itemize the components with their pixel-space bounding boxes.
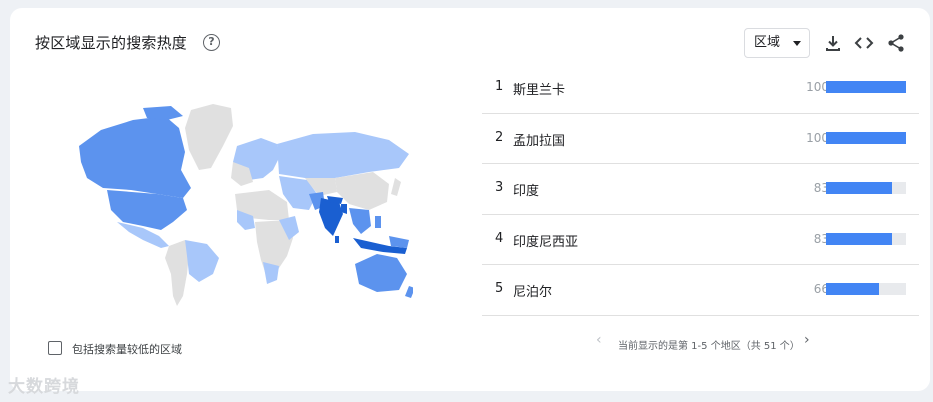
region-interest-card: 按区域显示的搜索热度 ? 区域 1 斯里兰卡 100 2 孟加拉国 100 3 … <box>10 8 930 391</box>
region-dropdown-label: 区域 <box>754 35 781 50</box>
region-rank: 5 <box>495 281 504 296</box>
download-icon[interactable] <box>822 32 844 54</box>
region-row[interactable]: 4 印度尼西亚 83 <box>482 215 919 265</box>
region-bar-track <box>826 182 906 194</box>
map-brazil <box>185 240 219 282</box>
chevron-left-icon[interactable]: ‹ <box>596 332 602 348</box>
region-bar <box>826 283 879 295</box>
region-bar <box>826 81 906 93</box>
region-row[interactable]: 5 尼泊尔 66 <box>482 265 919 316</box>
region-bar <box>826 182 893 194</box>
card-title: 按区域显示的搜索热度 <box>35 34 188 52</box>
region-rank: 4 <box>495 230 504 246</box>
help-icon[interactable]: ? <box>203 34 220 51</box>
map-canada <box>79 116 191 198</box>
watermark-logo: 大数跨境 <box>8 377 80 397</box>
region-rank: 2 <box>495 129 504 145</box>
region-bar <box>826 131 906 144</box>
chevron-right-icon[interactable]: › <box>804 332 810 348</box>
world-map[interactable] <box>73 98 413 308</box>
region-name[interactable]: 印度尼西亚 <box>513 231 578 250</box>
map-arctic-islands <box>143 106 183 120</box>
low-volume-checkbox[interactable] <box>48 341 62 355</box>
pagination: ‹ 当前显示的是第 1-5 个地区（共 51 个） › <box>596 332 816 356</box>
map-russia <box>277 132 409 178</box>
map-south-america-west <box>165 240 189 306</box>
region-bar-track <box>826 131 906 144</box>
region-row[interactable]: 1 斯里兰卡 100 <box>482 63 919 114</box>
share-icon[interactable] <box>885 32 907 54</box>
map-philippines <box>375 216 381 228</box>
region-name[interactable]: 斯里兰卡 <box>513 79 565 98</box>
caret-down-icon <box>793 41 801 46</box>
region-name[interactable]: 印度 <box>513 180 539 199</box>
embed-code-icon[interactable] <box>853 32 875 54</box>
region-list: 1 斯里兰卡 100 2 孟加拉国 100 3 印度 83 4 印度尼西亚 83… <box>482 63 919 316</box>
low-volume-label[interactable]: 包括搜索量较低的区域 <box>72 341 182 357</box>
region-rank: 3 <box>495 180 504 195</box>
region-bar-track <box>826 232 906 245</box>
region-row[interactable]: 2 孟加拉国 100 <box>482 114 919 164</box>
region-name[interactable]: 尼泊尔 <box>513 281 552 300</box>
map-papua <box>389 236 409 248</box>
map-new-zealand <box>405 286 413 298</box>
region-rank: 1 <box>495 79 504 94</box>
map-southeast-asia <box>349 208 371 234</box>
region-row[interactable]: 3 印度 83 <box>482 164 919 215</box>
region-name[interactable]: 孟加拉国 <box>513 130 565 149</box>
pagination-text: 当前显示的是第 1-5 个地区（共 51 个） <box>618 341 800 352</box>
map-australia <box>355 254 407 292</box>
map-sri-lanka <box>335 236 339 243</box>
region-bar-track <box>826 283 906 295</box>
region-dropdown[interactable]: 区域 <box>744 28 810 58</box>
region-bar <box>826 232 893 245</box>
map-greenland <box>185 104 233 170</box>
region-bar-track <box>826 81 906 93</box>
map-japan <box>391 178 401 196</box>
